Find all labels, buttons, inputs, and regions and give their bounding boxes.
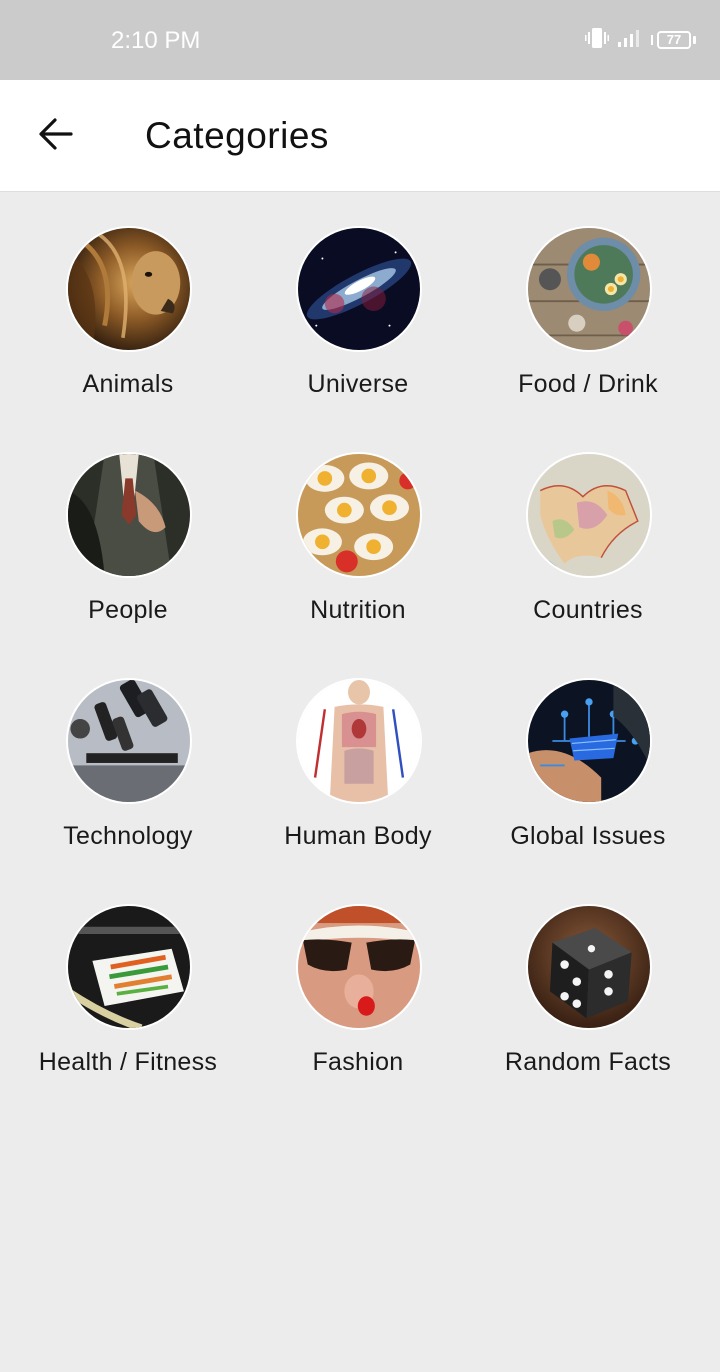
man-in-suit-photo xyxy=(66,452,192,578)
map-photo xyxy=(526,452,652,578)
status-time: 2:10 PM xyxy=(111,27,201,54)
page-title: Categories xyxy=(145,115,329,156)
battery-level: 77 xyxy=(657,31,691,49)
category-nutrition[interactable]: Nutrition xyxy=(243,418,473,624)
category-animals[interactable]: Animals xyxy=(13,192,243,398)
category-global-issues[interactable]: Global Issues xyxy=(473,644,703,850)
signal-icon xyxy=(617,28,643,53)
sunglasses-photo xyxy=(296,904,422,1030)
category-health-fitness[interactable]: Health / Fitness xyxy=(13,870,243,1076)
status-bar: 2:10 PM 77 xyxy=(0,0,720,80)
eggs-photo xyxy=(296,452,422,578)
microscope-photo xyxy=(66,678,192,804)
vibrate-icon xyxy=(585,27,609,54)
vegetables-photo xyxy=(66,904,192,1030)
status-icons: 77 xyxy=(585,27,696,54)
category-people[interactable]: People xyxy=(13,418,243,624)
back-button[interactable] xyxy=(28,108,84,164)
battery-icon: 77 xyxy=(651,31,696,49)
category-random-facts[interactable]: Random Facts xyxy=(473,870,703,1076)
category-label: Countries xyxy=(533,596,643,624)
app-bar: Categories xyxy=(0,80,720,192)
anatomy-photo xyxy=(296,678,422,804)
category-human-body[interactable]: Human Body xyxy=(243,644,473,850)
category-label: Random Facts xyxy=(504,1048,672,1076)
category-technology[interactable]: Technology xyxy=(13,644,243,850)
category-food-drink[interactable]: Food / Drink xyxy=(473,192,703,398)
category-countries[interactable]: Countries xyxy=(473,418,703,624)
category-universe[interactable]: Universe xyxy=(243,192,473,398)
lion-photo xyxy=(66,226,192,352)
arrow-left-icon xyxy=(38,117,74,155)
category-label: Food / Drink xyxy=(518,370,658,398)
food-bowl-photo xyxy=(526,226,652,352)
category-label: Global Issues xyxy=(510,822,666,850)
category-fashion[interactable]: Fashion xyxy=(243,870,473,1076)
digital-cart-photo xyxy=(526,678,652,804)
dice-photo xyxy=(526,904,652,1030)
galaxy-photo xyxy=(296,226,422,352)
